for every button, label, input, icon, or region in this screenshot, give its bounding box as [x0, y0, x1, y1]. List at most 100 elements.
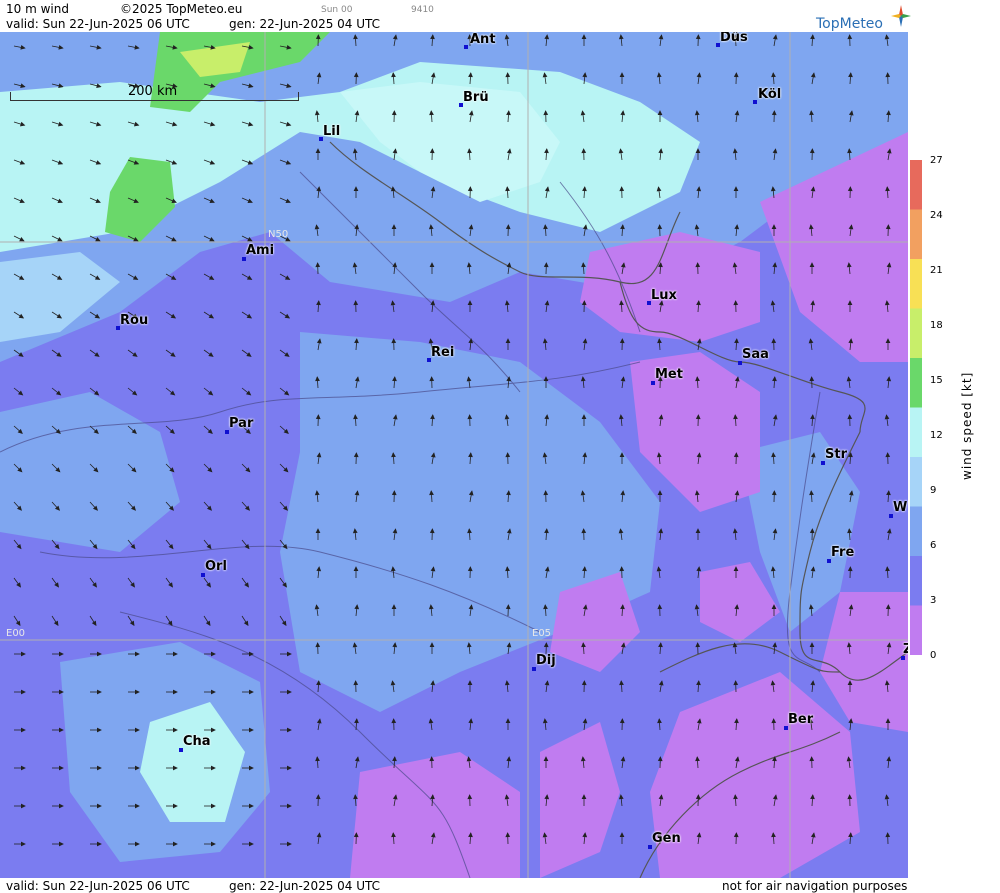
- wind-map[interactable]: N50 E00 E05 200 km Ant Düs Brü Köl Lil A…: [0, 32, 908, 878]
- wind-arrow-head: [170, 275, 177, 280]
- city-label: Lux: [651, 288, 677, 303]
- scale-bar-label: 200 km: [128, 84, 178, 99]
- wind-arrow-head: [734, 338, 739, 344]
- compass-logo-icon: [891, 5, 911, 27]
- wind-arrow-head: [581, 680, 587, 686]
- wind-arrow-head: [286, 841, 292, 847]
- city-label: Orl: [205, 559, 227, 574]
- wind-arrow-head: [886, 756, 892, 762]
- city-label: Saa: [742, 347, 769, 362]
- wind-arrow-head: [657, 604, 663, 610]
- wind-arrow-head: [732, 528, 738, 534]
- legend-tick: 27: [930, 155, 943, 166]
- wind-arrow-head: [886, 528, 892, 534]
- wind-arrow-head: [392, 756, 397, 762]
- wind-arrow-head: [247, 236, 253, 242]
- city-label: Ant: [470, 32, 496, 47]
- wind-arrow-head: [657, 756, 663, 762]
- wind-arrow-head: [810, 414, 815, 420]
- wind-arrow-head: [58, 727, 64, 733]
- legend-tick: 18: [930, 320, 943, 331]
- wind-arrow-head: [772, 642, 778, 648]
- wind-arrow-head: [15, 620, 21, 627]
- wind-arrow-head: [129, 620, 135, 627]
- wind-arrow-head: [353, 794, 358, 800]
- wind-arrow-head: [543, 642, 549, 648]
- city-label: Rei: [431, 345, 455, 360]
- wind-arrow-head: [658, 528, 664, 534]
- wind-arrow-head: [20, 651, 26, 657]
- wind-arrow-head: [619, 832, 625, 838]
- wind-arrow-head: [696, 566, 702, 572]
- wind-arrow-head: [248, 841, 254, 847]
- wind-arrow-head: [315, 794, 321, 800]
- wind-arrow-head: [542, 338, 548, 344]
- city-marker: [464, 45, 468, 49]
- wind-arrow-head: [94, 352, 100, 357]
- wind-arrow-head: [53, 620, 59, 627]
- wind-arrow-head: [284, 313, 291, 319]
- wind-arrow-head: [886, 376, 892, 382]
- wind-arrow-head: [316, 832, 322, 838]
- wind-arrow-head: [354, 756, 360, 762]
- wind-arrow-head: [847, 566, 853, 572]
- wind-arrow-head: [580, 376, 586, 382]
- legend-tick: 24: [930, 210, 943, 221]
- city-label: Brü: [463, 90, 489, 105]
- code-label: 9410: [411, 5, 434, 15]
- wind-arrow-head: [658, 680, 664, 686]
- wind-arrow-head: [884, 414, 890, 420]
- city-label: W: [893, 500, 908, 515]
- legend-tick: 3: [930, 595, 937, 606]
- city-label: Cha: [183, 734, 211, 749]
- city-label: Met: [655, 367, 683, 382]
- legend-color-band: [910, 308, 922, 359]
- city-label: Fre: [831, 545, 855, 560]
- wind-arrow-head: [504, 680, 510, 686]
- wind-arrow-head: [281, 620, 287, 627]
- wind-arrow-head: [504, 300, 510, 306]
- wind-arrow-head: [243, 620, 249, 627]
- wind-arrow-head: [772, 376, 777, 382]
- wind-arrow-head: [847, 414, 853, 420]
- wind-arrow-head: [772, 262, 778, 268]
- logo-text: TopMeteo: [816, 16, 883, 32]
- wind-arrow-head: [846, 376, 852, 382]
- wind-arrow-head: [467, 680, 473, 686]
- wind-arrow-head: [658, 642, 663, 648]
- legend-color-band: [910, 358, 922, 408]
- legend-color-band: [910, 506, 922, 557]
- city-marker: [753, 100, 757, 104]
- wind-arrow-head: [315, 756, 320, 762]
- wind-field: [0, 32, 908, 878]
- wind-arrow-head: [657, 718, 662, 724]
- wind-arrow-head: [284, 352, 290, 357]
- legend-tick: 9: [930, 485, 937, 496]
- wind-arrow-head: [544, 680, 550, 686]
- wind-arrow-head: [205, 620, 211, 627]
- run-label: Sun 00: [321, 5, 353, 15]
- wind-arrow-head: [91, 620, 97, 627]
- wind-arrow-head: [657, 490, 663, 496]
- wind-arrow-head: [885, 452, 891, 458]
- wind-arrow-head: [771, 338, 777, 344]
- wind-arrow-head: [58, 803, 64, 809]
- footer-valid-time: valid: Sun 22-Jun-2025 06 UTC: [6, 879, 190, 893]
- footer-disclaimer: not for air navigation purposes: [722, 879, 908, 893]
- wind-arrow-head: [772, 414, 778, 420]
- wind-arrow-head: [96, 651, 102, 657]
- wind-arrow-head: [505, 718, 511, 724]
- legend-color-band: [910, 556, 922, 606]
- wind-arrow-head: [391, 338, 397, 344]
- wind-arrow-head: [208, 352, 214, 357]
- wind-arrow-head: [56, 352, 62, 357]
- legend-color-band: [910, 259, 922, 309]
- valid-time: valid: Sun 22-Jun-2025 06 UTC: [6, 17, 190, 31]
- wind-arrow-head: [885, 832, 891, 838]
- wind-arrow-head: [544, 300, 550, 306]
- wind-arrow-head: [284, 275, 291, 280]
- wind-arrow-head: [809, 642, 815, 648]
- wind-arrow-head: [505, 338, 511, 344]
- wind-arrow-head: [468, 718, 474, 724]
- wind-arrow-head: [286, 727, 292, 733]
